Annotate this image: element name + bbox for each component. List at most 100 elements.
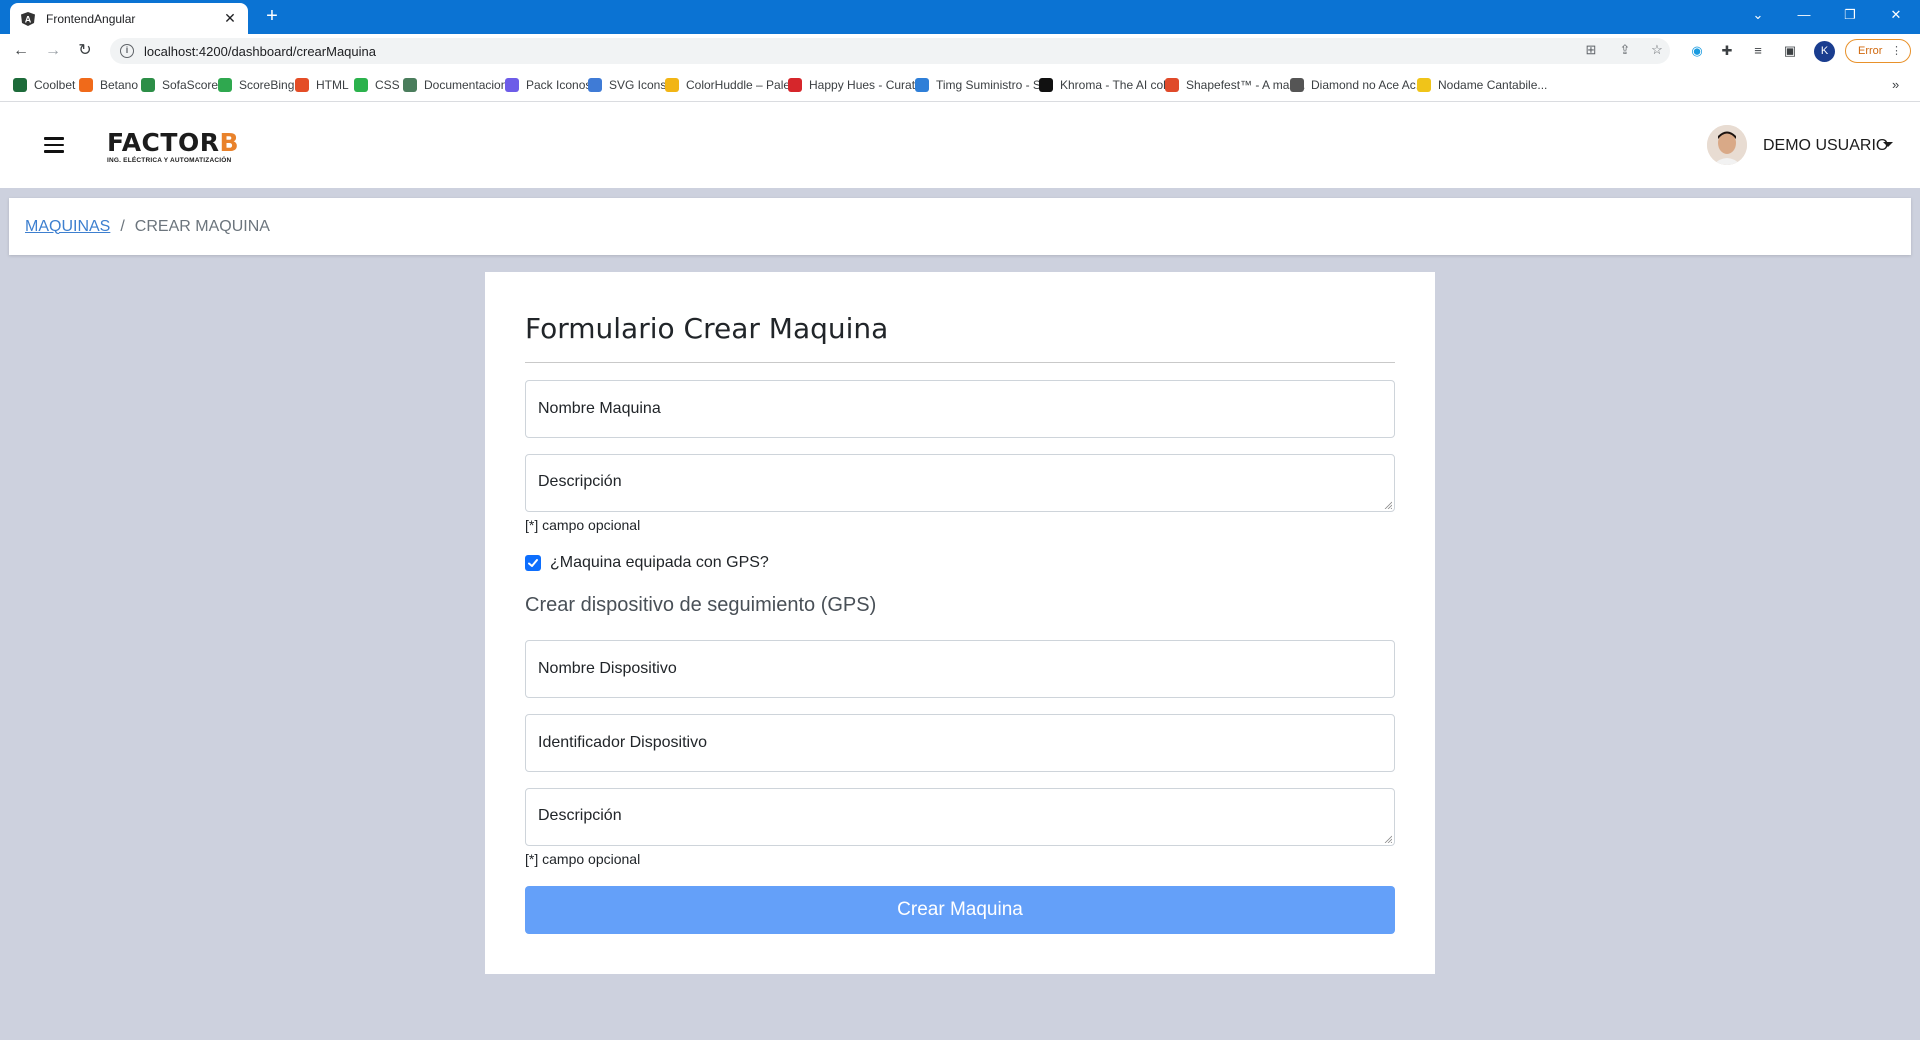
bookmark-item[interactable]: Betano (79, 77, 138, 93)
bookmark-favicon-icon (588, 78, 602, 92)
reload-icon[interactable]: ↻ (74, 41, 96, 61)
new-tab-icon[interactable]: + (260, 5, 284, 29)
gps-checkbox-label[interactable]: ¿Maquina equipada con GPS? (550, 554, 769, 572)
bookmark-item[interactable]: CSS (354, 77, 400, 93)
bookmark-star-icon[interactable]: ☆ (1648, 41, 1666, 59)
identificador-dispositivo-input[interactable] (526, 715, 1394, 771)
bookmarks-bar: » Coolbet Betano SofaScore ScoreBing HTML CSS… (0, 68, 1920, 102)
bookmark-item[interactable]: Documentacion (403, 77, 507, 93)
bookmark-favicon-icon (403, 78, 417, 92)
user-menu-label[interactable]: DEMO USUARIO (1763, 137, 1888, 155)
bookmark-favicon-icon (1290, 78, 1304, 92)
descripcion-dispositivo-field[interactable] (525, 788, 1395, 846)
crear-maquina-button[interactable]: Crear Maquina (525, 886, 1395, 934)
breadcrumb-link-maquinas[interactable]: MAQUINAS (25, 218, 110, 236)
bookmark-label: SVG Icons (609, 78, 667, 92)
bookmark-label: Diamond no Ace Ac... (1311, 78, 1426, 92)
bookmark-favicon-icon (295, 78, 309, 92)
identificador-dispositivo-field[interactable] (525, 714, 1395, 772)
bookmark-favicon-icon (13, 78, 27, 92)
tab-close-icon[interactable]: ✕ (222, 10, 238, 27)
logo-text-accent: B (219, 128, 240, 157)
form-card: Formulario Crear Maquina [*] campo opcio… (485, 272, 1435, 974)
nombre-dispositivo-field[interactable] (525, 640, 1395, 698)
close-window-icon[interactable]: ✕ (1873, 0, 1919, 30)
forward-icon[interactable]: → (42, 41, 64, 61)
app-header: FACTORB ING. ELÉCTRICA Y AUTOMATIZACIÓN … (0, 102, 1920, 188)
bookmark-item[interactable]: Shapefest™ - A mas... (1165, 77, 1305, 93)
bookmark-favicon-icon (915, 78, 929, 92)
nombre-maquina-field[interactable] (525, 380, 1395, 438)
error-button[interactable]: Error ⋮ (1845, 39, 1911, 63)
caret-down-icon[interactable] (1883, 142, 1893, 147)
gps-checkbox[interactable] (525, 555, 541, 571)
error-label: Error (1858, 45, 1883, 57)
reading-list-icon[interactable]: ≡ (1749, 42, 1767, 60)
bookmark-label: Timg Suministro - S... (936, 78, 1051, 92)
breadcrumb-separator: / (120, 217, 125, 235)
breadcrumb-current: CREAR MAQUINA (134, 217, 270, 235)
bookmark-label: Pack Iconos (526, 78, 592, 92)
menu-dots-icon[interactable]: ⋮ (1891, 40, 1902, 62)
breadcrumb: MAQUINAS / CREAR MAQUINA (9, 198, 1911, 255)
extensions-puzzle-icon[interactable]: ✚ (1718, 42, 1736, 60)
bookmark-label: ScoreBing (239, 78, 295, 92)
bookmark-favicon-icon (1039, 78, 1053, 92)
bookmark-item[interactable]: ColorHuddle – Pale... (665, 77, 800, 93)
bookmark-favicon-icon (354, 78, 368, 92)
browser-tab[interactable]: A FrontendAngular ✕ (10, 3, 248, 34)
url-text: localhost:4200/dashboard/crearMaquina (144, 43, 376, 59)
site-info-icon[interactable]: i (120, 44, 134, 58)
bookmark-favicon-icon (79, 78, 93, 92)
bookmark-item[interactable]: Khroma - The AI col... (1039, 77, 1176, 93)
descripcion-dispositivo-textarea[interactable] (526, 789, 1394, 845)
bookmark-item[interactable]: Timg Suministro - S... (915, 77, 1051, 93)
bookmark-label: Coolbet (34, 78, 76, 92)
restore-icon[interactable]: ❐ (1827, 0, 1873, 30)
bookmark-label: Documentacion (424, 78, 508, 92)
bookmark-favicon-icon (141, 78, 155, 92)
bookmark-item[interactable]: Coolbet (13, 77, 75, 93)
optional-hint: [*] campo opcional (525, 517, 641, 533)
bookmark-item[interactable]: SVG Icons (588, 77, 666, 93)
bookmark-favicon-icon (505, 78, 519, 92)
user-avatar[interactable] (1707, 125, 1747, 165)
more-bookmarks-icon[interactable]: » (1892, 77, 1899, 92)
bookmark-item[interactable]: Nodame Cantabile... (1417, 77, 1547, 93)
bookmark-favicon-icon (665, 78, 679, 92)
resize-handle-icon[interactable] (1384, 501, 1392, 509)
browser-titlebar: A FrontendAngular ✕ + ⌄ — ❐ ✕ (0, 0, 1920, 34)
bookmark-label: ColorHuddle – Pale... (686, 78, 801, 92)
share-icon[interactable]: ⇪ (1616, 41, 1634, 59)
bookmark-item[interactable]: ScoreBing (218, 77, 294, 93)
bookmark-label: Shapefest™ - A mas... (1186, 78, 1306, 92)
angular-icon: A (20, 11, 36, 27)
extension-icon[interactable]: ◉ (1688, 42, 1706, 60)
company-logo[interactable]: FACTORB ING. ELÉCTRICA Y AUTOMATIZACIÓN (107, 128, 240, 165)
bookmark-item[interactable]: SofaScore (141, 77, 218, 93)
profile-avatar[interactable]: K (1814, 41, 1835, 62)
bookmark-item[interactable]: Pack Iconos (505, 77, 591, 93)
bookmark-item[interactable]: HTML (295, 77, 349, 93)
translate-icon[interactable]: ⊞ (1582, 41, 1600, 59)
bookmark-label: SofaScore (162, 78, 219, 92)
descripcion-textarea[interactable] (526, 455, 1394, 511)
title-divider (525, 362, 1395, 363)
resize-handle-icon[interactable] (1384, 835, 1392, 843)
minimize-icon[interactable]: — (1781, 0, 1827, 30)
gps-checkbox-row[interactable]: ¿Maquina equipada con GPS? (525, 554, 769, 572)
tab-title: FrontendAngular (46, 11, 136, 26)
address-bar[interactable]: i localhost:4200/dashboard/crearMaquina (110, 38, 1670, 64)
nombre-dispositivo-input[interactable] (526, 641, 1394, 697)
nombre-maquina-input[interactable] (526, 381, 1394, 437)
back-icon[interactable]: ← (10, 41, 32, 61)
bookmark-item[interactable]: Happy Hues - Curat... (788, 77, 925, 93)
bookmark-label: Happy Hues - Curat... (809, 78, 926, 92)
tab-search-icon[interactable]: ⌄ (1735, 0, 1781, 30)
side-panel-icon[interactable]: ▣ (1781, 42, 1799, 60)
descripcion-field[interactable] (525, 454, 1395, 512)
logo-text: FACTOR (107, 128, 220, 157)
bookmark-item[interactable]: Diamond no Ace Ac... (1290, 77, 1426, 93)
menu-toggle-icon[interactable] (44, 137, 64, 153)
gps-section-title: Crear dispositivo de seguimiento (GPS) (525, 594, 877, 616)
